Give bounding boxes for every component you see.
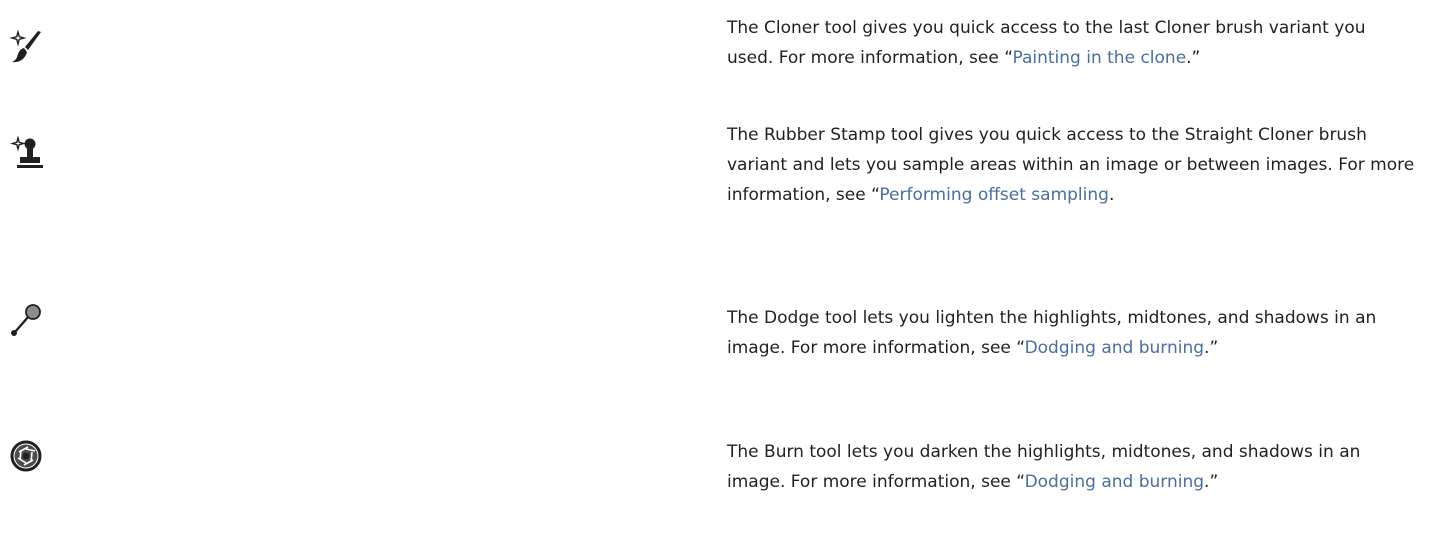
text: .”	[1204, 338, 1219, 358]
tool-name-dodge: Dodge	[764, 308, 820, 328]
dodge-description: The Dodge tool lets you lighten the high…	[727, 303, 1417, 363]
burn-description: The Burn tool lets you darken the highli…	[727, 437, 1417, 497]
link-dodging-and-burning[interactable]: Dodging and burning	[1025, 338, 1204, 358]
cloner-icon	[9, 29, 43, 63]
text: The	[727, 308, 765, 328]
tool-name-burn: Burn	[764, 442, 804, 462]
dodge-icon	[9, 304, 43, 338]
rubber-stamp-icon	[9, 136, 43, 170]
text: The	[727, 442, 765, 462]
link-dodging-and-burning[interactable]: Dodging and burning	[1025, 472, 1204, 492]
text: The	[727, 18, 765, 38]
text: tool gives you quick access to the	[885, 125, 1185, 145]
link-painting-in-the-clone[interactable]: Painting in the clone	[1012, 48, 1186, 68]
burn-icon	[9, 439, 43, 473]
link-performing-offset-sampling[interactable]: Performing offset sampling	[879, 185, 1109, 205]
variant-name-straight-cloner: Straight Cloner	[1184, 125, 1314, 145]
tool-name-rubber-stamp: Rubber Stamp	[764, 125, 886, 145]
rubber-stamp-description: The Rubber Stamp tool gives you quick ac…	[727, 120, 1417, 210]
cloner-description: The Cloner tool gives you quick access t…	[727, 13, 1417, 73]
text: The	[727, 125, 765, 145]
text: .”	[1204, 472, 1219, 492]
text: .	[1108, 185, 1115, 205]
tool-name-cloner: Cloner	[764, 18, 820, 38]
text: .”	[1186, 48, 1201, 68]
